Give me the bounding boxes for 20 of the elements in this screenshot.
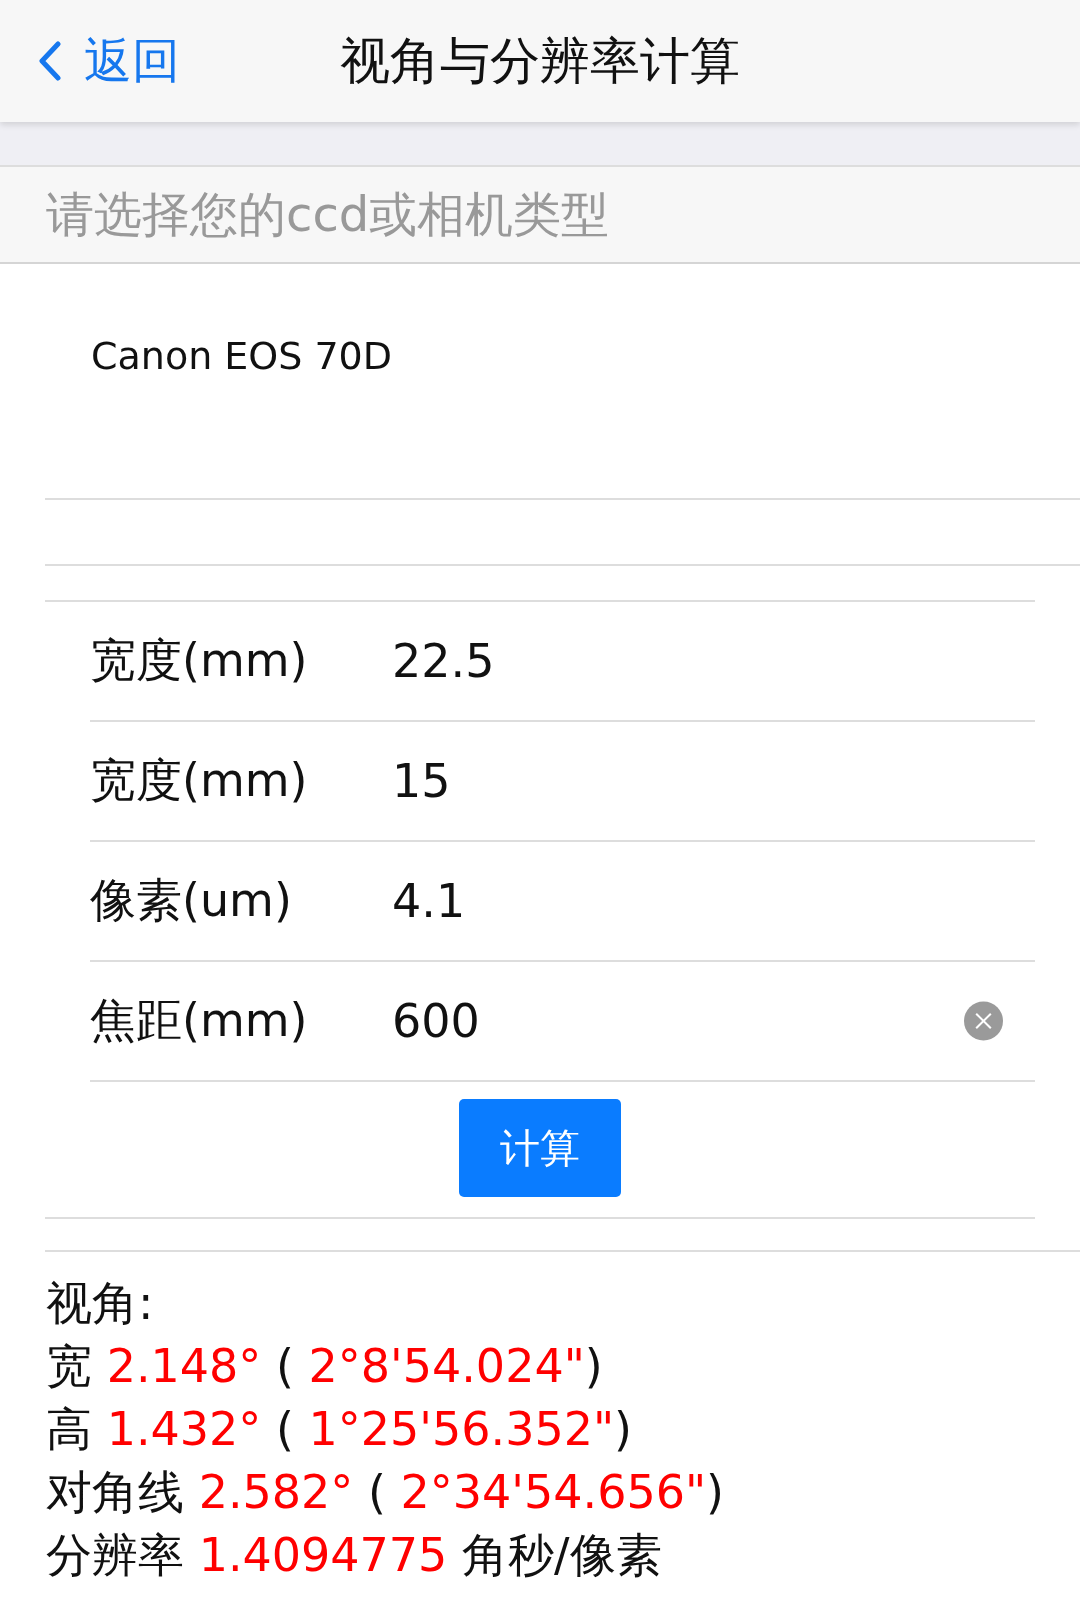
page-title: 视角与分辨率计算 xyxy=(340,30,740,92)
calculate-button[interactable]: 计算 xyxy=(459,1099,621,1197)
result-line: 对角线 2.582° ( 2°34'54.656") xyxy=(46,1464,726,1521)
result-line: 视角: xyxy=(46,1275,155,1332)
input-field[interactable]: 22.5 xyxy=(392,634,1035,688)
section-header-text: 请选择您的ccd或相机类型 xyxy=(46,184,610,244)
input-field[interactable]: 15 xyxy=(392,754,1035,808)
field-label: 宽度(mm) xyxy=(90,752,309,809)
result-line: 高 1.432° ( 1°25'56.352") xyxy=(46,1401,634,1458)
field-label: 焦距(mm) xyxy=(90,992,309,1049)
input-field[interactable]: 600 xyxy=(392,994,964,1048)
camera-name: Canon EOS 70D xyxy=(91,334,393,378)
field-label: 像素(um) xyxy=(90,872,293,929)
back-button[interactable]: 返回 xyxy=(0,29,180,93)
back-chevron-icon xyxy=(38,41,62,81)
result-line: 宽 2.148° ( 2°8'54.024") xyxy=(46,1338,604,1395)
input-field[interactable]: 4.1 xyxy=(392,874,1035,928)
field-label: 宽度(mm) xyxy=(90,632,309,689)
camera-picker[interactable]: Canon EOS 70D xyxy=(45,264,1080,500)
result-line: 分辨率 1.4094775 角秒/像素 xyxy=(46,1527,663,1584)
